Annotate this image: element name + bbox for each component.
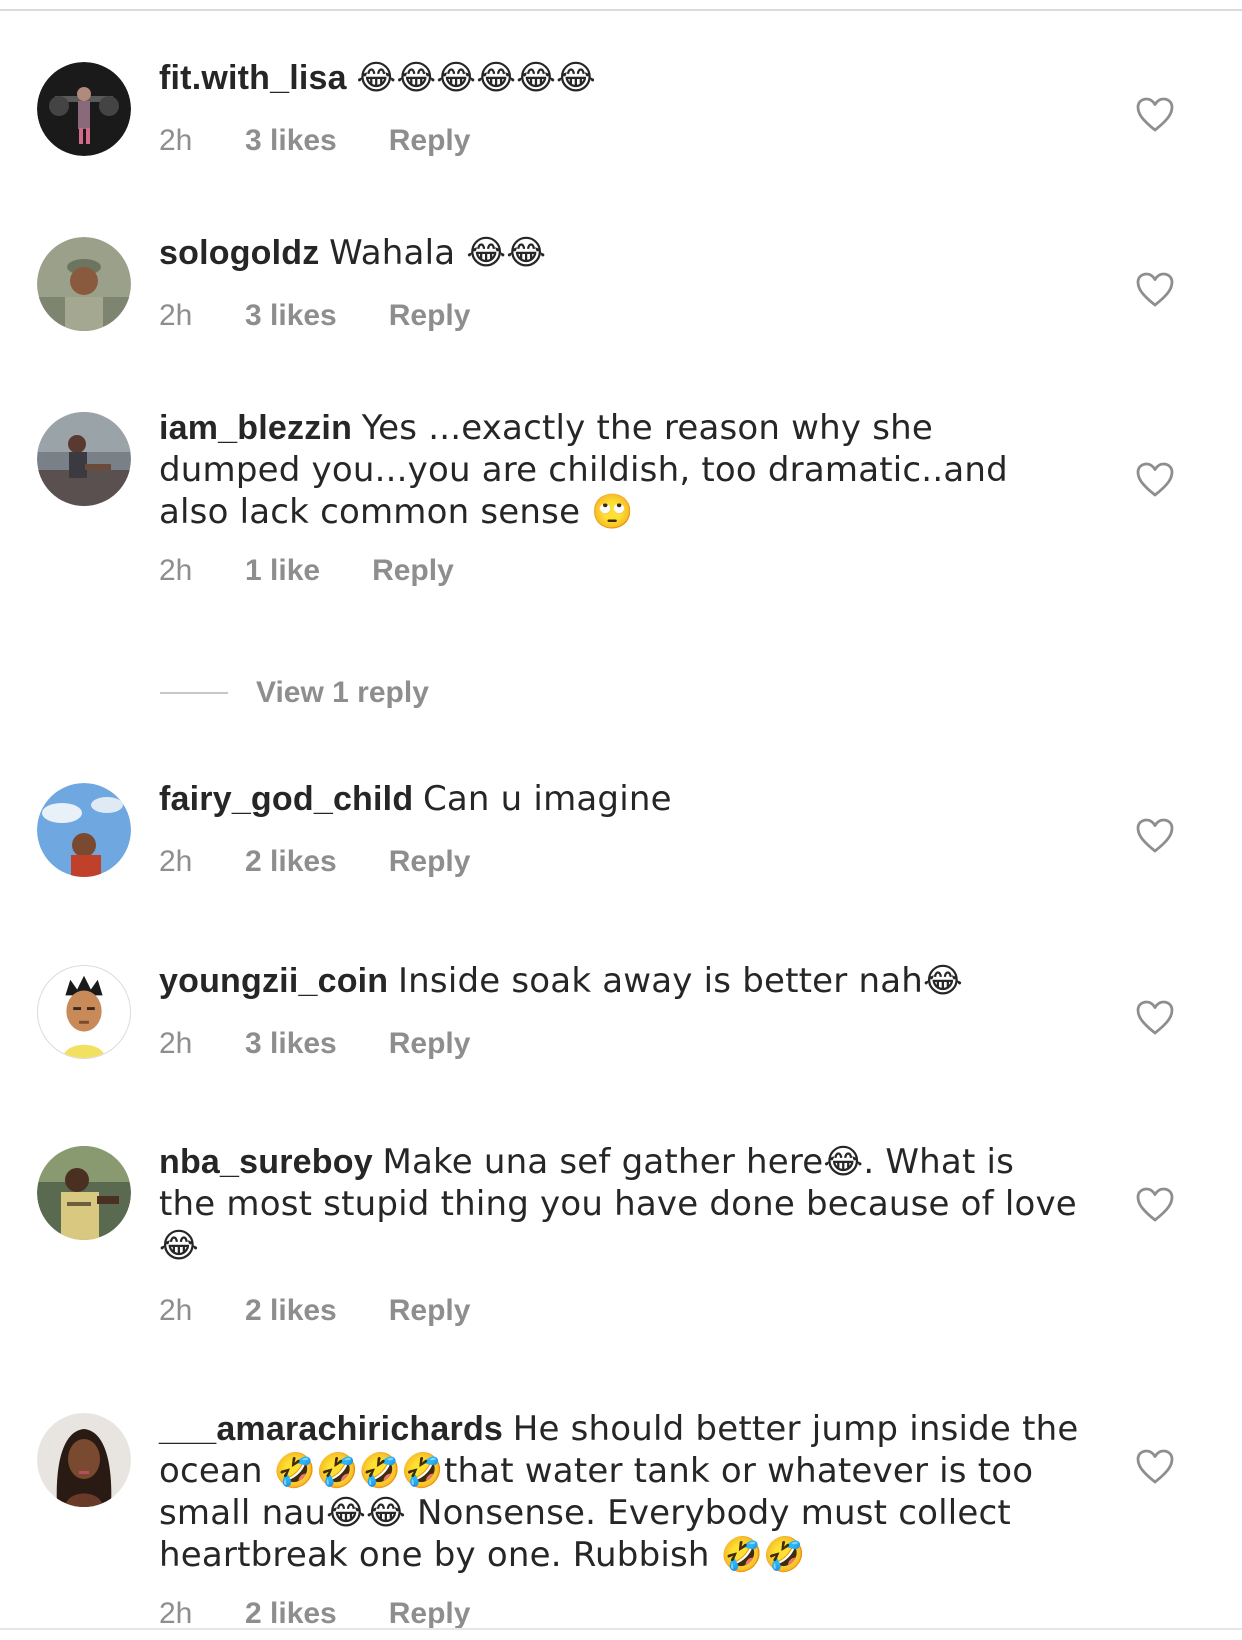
comment-text: nba_sureboy Make una sef gather here😂. W… (159, 1141, 1079, 1267)
comment-body: Inside soak away is better nah😂 (397, 961, 963, 1001)
likes-count[interactable]: 1 like (245, 554, 320, 588)
heart-icon[interactable] (1136, 818, 1174, 854)
comment-body: Can u imagine (422, 779, 672, 819)
timestamp: 2h (159, 554, 193, 587)
timestamp: 2h (159, 1294, 193, 1327)
comment-meta: 2h 3 likes Reply (159, 124, 470, 158)
comment-text: ___amarachirichards He should better jum… (159, 1408, 1079, 1576)
likes-count[interactable]: 2 likes (245, 1597, 337, 1631)
reply-button[interactable]: Reply (389, 299, 471, 333)
reply-thread-line (160, 692, 228, 694)
comment-meta: 2h 2 likes Reply (159, 1294, 470, 1328)
comment-meta: 2h 1 like Reply (159, 554, 454, 588)
comment-text: fairy_god_child Can u imagine (159, 778, 1079, 820)
comment-text: fit.with_lisa 😂😂😂😂😂😂 (159, 57, 1079, 99)
comment-body: 😂😂😂😂😂😂 (356, 58, 596, 98)
view-replies-button[interactable]: View 1 reply (160, 676, 429, 710)
username[interactable]: nba_sureboy (159, 1143, 373, 1181)
likes-count[interactable]: 3 likes (245, 124, 337, 158)
timestamp: 2h (159, 124, 193, 157)
likes-count[interactable]: 2 likes (245, 845, 337, 879)
reply-button[interactable]: Reply (389, 1027, 471, 1061)
comment-meta: 2h 2 likes Reply (159, 1597, 470, 1631)
heart-icon[interactable] (1136, 1000, 1174, 1036)
reply-button[interactable]: Reply (389, 1597, 471, 1631)
heart-icon[interactable] (1136, 97, 1174, 133)
username[interactable]: iam_blezzin (159, 409, 352, 447)
timestamp: 2h (159, 299, 193, 332)
avatar[interactable] (37, 237, 131, 331)
username[interactable]: fairy_god_child (159, 780, 413, 818)
timestamp: 2h (159, 1597, 193, 1630)
comment-meta: 2h 3 likes Reply (159, 1027, 470, 1061)
avatar[interactable] (37, 62, 131, 156)
top-divider (0, 9, 1242, 11)
comment-text: iam_blezzin Yes ...exactly the reason wh… (159, 407, 1079, 533)
comment-text: youngzii_coin Inside soak away is better… (159, 960, 1079, 1002)
bottom-divider (0, 1628, 1242, 1630)
likes-count[interactable]: 3 likes (245, 1027, 337, 1061)
username[interactable]: ___amarachirichards (159, 1410, 503, 1448)
heart-icon[interactable] (1136, 272, 1174, 308)
username[interactable]: youngzii_coin (159, 962, 388, 1000)
likes-count[interactable]: 3 likes (245, 299, 337, 333)
reply-button[interactable]: Reply (389, 1294, 471, 1328)
comment-text: sologoldz Wahala 😂😂 (159, 232, 1079, 274)
username[interactable]: sologoldz (159, 234, 319, 272)
avatar[interactable] (37, 1146, 131, 1240)
avatar[interactable] (37, 412, 131, 506)
heart-icon[interactable] (1136, 462, 1174, 498)
reply-button[interactable]: Reply (389, 124, 471, 158)
comment-meta: 2h 2 likes Reply (159, 845, 470, 879)
view-replies-label[interactable]: View 1 reply (256, 676, 429, 710)
heart-icon[interactable] (1136, 1187, 1174, 1223)
avatar[interactable] (37, 965, 131, 1059)
avatar[interactable] (37, 783, 131, 877)
comment-body: Wahala 😂😂 (329, 233, 547, 273)
reply-button[interactable]: Reply (389, 845, 471, 879)
reply-button[interactable]: Reply (372, 554, 454, 588)
comment-meta: 2h 3 likes Reply (159, 299, 470, 333)
avatar[interactable] (37, 1413, 131, 1507)
timestamp: 2h (159, 845, 193, 878)
likes-count[interactable]: 2 likes (245, 1294, 337, 1328)
username[interactable]: fit.with_lisa (159, 59, 347, 97)
heart-icon[interactable] (1136, 1449, 1174, 1485)
timestamp: 2h (159, 1027, 193, 1060)
